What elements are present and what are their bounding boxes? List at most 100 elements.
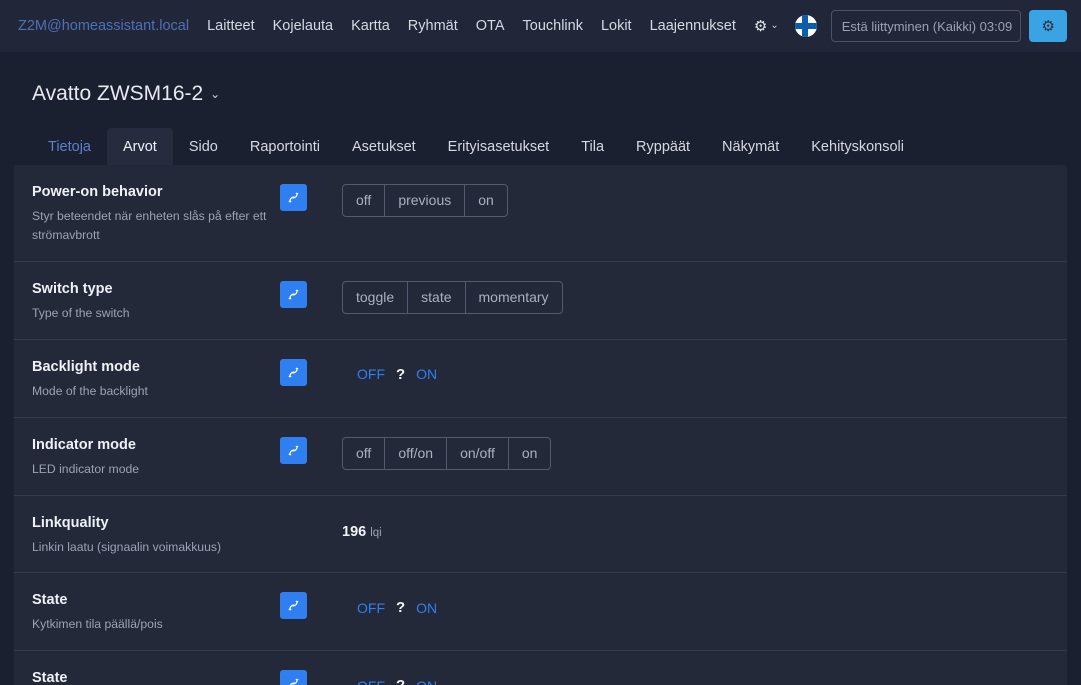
top-navbar: Z2M@homeassistant.local Laitteet Kojelau… (0, 0, 1081, 52)
refresh-cell (280, 436, 342, 464)
refresh-button[interactable] (280, 437, 307, 464)
tab-tila[interactable]: Tila (565, 128, 620, 165)
tristate-toggle: OFF? ON (342, 670, 437, 685)
nav-item-laitteet[interactable]: Laitteet (207, 18, 255, 34)
value-row-control: OFF? ON (342, 591, 1049, 618)
tab-raportointi[interactable]: Raportointi (234, 128, 336, 165)
permit-join-input-group: ⌄ (831, 10, 1022, 42)
segmented-button-group: togglestatemomentary (342, 281, 563, 314)
state-off-button[interactable]: OFF (357, 600, 385, 616)
state-unknown-button[interactable]: ? (396, 599, 405, 616)
segment-button[interactable]: state (408, 282, 465, 313)
value-row-title: State (32, 670, 280, 685)
value-number: 196 (342, 524, 366, 540)
value-row-control: OFF? ON (342, 358, 1049, 385)
tab-label: Asetukset (352, 139, 416, 155)
value-row-description: Linkin laatu (signaalin voimakkuus) (32, 538, 280, 557)
value-row-description: LED indicator mode (32, 460, 280, 479)
value-row-control: offoff/onon/offon (342, 436, 1049, 470)
value-row-label: Switch type Type of the switch (32, 280, 280, 323)
state-on-button[interactable]: ON (416, 678, 437, 685)
nav-item-lokit[interactable]: Lokit (601, 18, 632, 34)
tab-label: Raportointi (250, 139, 320, 155)
value-row: Indicator mode LED indicator mode offoff/o… (14, 418, 1067, 496)
value-row-control: togglestatemomentary (342, 280, 1049, 314)
segment-button[interactable]: previous (385, 185, 465, 216)
refresh-button[interactable] (280, 592, 307, 619)
refresh-icon (286, 443, 301, 458)
segment-button[interactable]: off (343, 438, 385, 469)
tab-label: Arvot (123, 139, 157, 155)
device-title-dropdown[interactable]: Avatto ZWSM16-2 ⌄ (14, 52, 1067, 106)
value-row: Switch type Type of the switch togglestate… (14, 262, 1067, 340)
nav-item-laajennukset[interactable]: Laajennukset (650, 18, 736, 34)
value-row-control: offpreviouson (342, 183, 1049, 217)
segment-button[interactable]: toggle (343, 282, 408, 313)
settings-button[interactable]: ⚙ (1029, 10, 1067, 42)
state-unknown-button[interactable]: ? (396, 677, 405, 685)
segment-button[interactable]: on/off (447, 438, 509, 469)
value-row-title: Backlight mode (32, 359, 280, 375)
tab-erityisasetukset[interactable]: Erityisasetukset (432, 128, 566, 165)
segment-button[interactable]: on (465, 185, 507, 216)
value-row-title: Indicator mode (32, 437, 280, 453)
refresh-icon (286, 365, 301, 380)
values-panel: Power-on behaviorStyr beteendet när enhe… (14, 165, 1067, 685)
device-tabs: Tietoja Arvot Sido Raportointi Asetukset Erit… (14, 106, 1067, 165)
state-on-button[interactable]: ON (416, 366, 437, 382)
permit-join-input[interactable] (832, 11, 1022, 41)
tab-asetukset[interactable]: Asetukset (336, 128, 432, 165)
tab-label: Näkymät (722, 139, 779, 155)
refresh-icon (286, 287, 301, 302)
tab-kehityskonsoli[interactable]: Kehityskonsoli (795, 128, 920, 165)
value-row-title: Power-on behavior (32, 184, 280, 200)
settings-menu-toggle[interactable]: ⚙ ⌄ (754, 19, 779, 34)
value-row: Power-on behaviorStyr beteendet när enhe… (14, 165, 1067, 262)
nav-item-ryhmat[interactable]: Ryhmät (408, 18, 458, 34)
tab-label: Kehityskonsoli (811, 139, 904, 155)
refresh-icon (286, 190, 301, 205)
value-row-label: LinkqualityLinkin laatu (signaalin voima… (32, 514, 280, 557)
gear-icon: ⚙ (1042, 19, 1055, 34)
value-row-label: Power-on behaviorStyr beteendet när enhe… (32, 183, 280, 245)
value-row: LinkqualityLinkin laatu (signaalin voima… (14, 496, 1067, 574)
state-unknown-button[interactable]: ? (396, 366, 405, 383)
nav-item-ota[interactable]: OTA (476, 18, 505, 34)
tab-label: Sido (189, 139, 218, 155)
brand-link[interactable]: Z2M@homeassistant.local (18, 18, 189, 34)
nav-item-touchlink[interactable]: Touchlink (523, 18, 583, 34)
segment-button[interactable]: off/on (385, 438, 447, 469)
value-row-label: StateKytkimen tila päällä/pois (32, 591, 280, 634)
refresh-cell (280, 669, 342, 685)
gear-icon: ⚙ (754, 19, 767, 34)
tab-label: Ryppäät (636, 139, 690, 155)
state-off-button[interactable]: OFF (357, 366, 385, 382)
segmented-button-group: offpreviouson (342, 184, 508, 217)
nav-item-kartta[interactable]: Kartta (351, 18, 390, 34)
refresh-button[interactable] (280, 281, 307, 308)
state-on-button[interactable]: ON (416, 600, 437, 616)
value-row-title: Switch type (32, 281, 280, 297)
tristate-toggle: OFF? ON (342, 592, 437, 616)
value-row: StateKytkimen tila päällä/pois OFF? ON (14, 573, 1067, 651)
refresh-icon (286, 598, 301, 613)
segmented-button-group: offoff/onon/offon (342, 437, 551, 470)
chevron-down-icon: ⌄ (210, 88, 220, 100)
tab-n-kym-t[interactable]: Näkymät (706, 128, 795, 165)
segment-button[interactable]: momentary (466, 282, 562, 313)
segment-button[interactable]: on (509, 438, 551, 469)
tab-arvot[interactable]: Arvot (107, 128, 173, 165)
refresh-button[interactable] (280, 359, 307, 386)
value-row-description: Type of the switch (32, 304, 280, 323)
tab-rypp-t[interactable]: Ryppäät (620, 128, 706, 165)
value-row-label: StateKytkimen tila päällä/pois (32, 669, 280, 685)
state-off-button[interactable]: OFF (357, 678, 385, 685)
refresh-button[interactable] (280, 184, 307, 211)
tab-tietoja[interactable]: Tietoja (32, 128, 107, 165)
tab-sido[interactable]: Sido (173, 128, 234, 165)
segment-button[interactable]: off (343, 185, 385, 216)
finland-flag-icon[interactable] (795, 15, 817, 37)
refresh-button[interactable] (280, 670, 307, 685)
value-row-description: Mode of the backlight (32, 382, 280, 401)
nav-item-kojelauta[interactable]: Kojelauta (273, 18, 333, 34)
